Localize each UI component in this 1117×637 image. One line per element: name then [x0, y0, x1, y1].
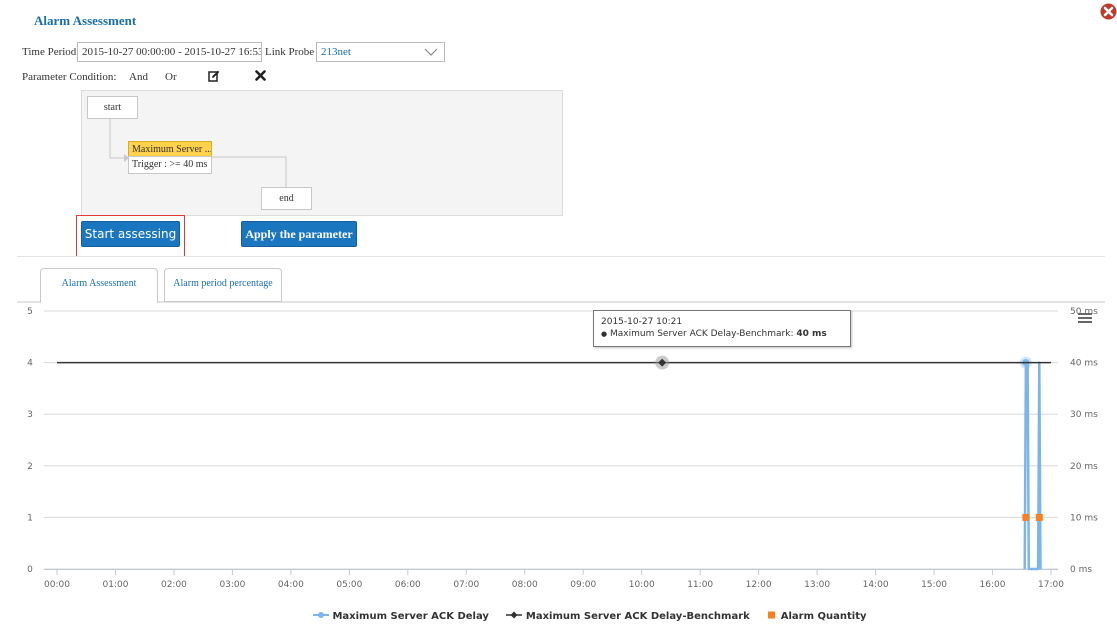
x-tick-label: 00:00: [44, 580, 70, 590]
y-left-tick-label: 2: [27, 462, 33, 472]
y-left-tick-label: 5: [27, 307, 33, 317]
x-tick-label: 13:00: [804, 580, 830, 590]
legend-line-marker-blue: [313, 612, 329, 618]
x-tick-label: 10:00: [629, 580, 655, 590]
x-tick-label: 06:00: [395, 580, 421, 590]
legend-item-benchmark[interactable]: Maximum Server ACK Delay-Benchmark: [506, 611, 753, 622]
y-right-tick-label: 40 ms: [1070, 359, 1098, 369]
chart-tooltip: 2015-10-27 10:21 ● Maximum Server ACK De…: [593, 310, 851, 347]
y-right-tick-label: 10 ms: [1070, 513, 1098, 523]
y-left-tick-label: 4: [27, 359, 33, 369]
tooltip-date: 2015-10-27 10:21: [601, 317, 683, 327]
x-tick-label: 16:00: [980, 580, 1006, 590]
legend-square-marker-orange: [768, 611, 776, 619]
y-right-tick-label: 50 ms: [1070, 307, 1098, 317]
legend-label: Alarm Quantity: [780, 611, 867, 622]
alarm-quantity-point: [1022, 513, 1030, 521]
alarm-quantity-point: [1035, 513, 1043, 521]
legend-line-marker-dark: [506, 611, 523, 619]
x-tick-label: 14:00: [863, 580, 889, 590]
x-tick-label: 02:00: [161, 580, 187, 590]
y-left-tick-label: 0: [27, 565, 33, 575]
x-tick-label: 09:00: [570, 580, 596, 590]
y-left-tick-label: 3: [27, 410, 33, 420]
legend-label: Maximum Server ACK Delay: [332, 611, 489, 622]
legend-label: Maximum Server ACK Delay-Benchmark: [525, 611, 750, 622]
tooltip-value: 40 ms: [796, 329, 827, 339]
x-tick-label: 05:00: [336, 580, 362, 590]
legend-item-alarm-quantity[interactable]: Alarm Quantity: [767, 611, 867, 622]
x-tick-label: 12:00: [746, 580, 772, 590]
y-left-tick-label: 1: [27, 513, 33, 523]
x-tick-label: 17:00: [1038, 580, 1064, 590]
menu-icon[interactable]: [1078, 313, 1092, 323]
x-tick-label: 07:00: [453, 580, 479, 590]
tooltip-series: Maximum Server ACK Delay-Benchmark:: [609, 329, 794, 339]
legend-item-ack-delay[interactable]: Maximum Server ACK Delay: [313, 611, 492, 622]
y-right-tick-label: 30 ms: [1070, 410, 1098, 420]
x-tick-label: 01:00: [103, 580, 129, 590]
alarm-chart: 0 1 2 3 4 5 0 ms 10 ms 20 ms 30 ms 40 ms 50 ms 00:…: [17, 301, 1105, 590]
y-right-tick-label: 20 ms: [1070, 462, 1098, 472]
tooltip-bullet: ●: [601, 330, 608, 338]
chart-legend: Maximum Server ACK Delay Maximum Server …: [313, 611, 867, 622]
y-right-tick-label: 0 ms: [1070, 565, 1092, 575]
x-tick-label: 04:00: [278, 580, 304, 590]
x-tick-label: 08:00: [512, 580, 538, 590]
x-tick-label: 03:00: [219, 580, 245, 590]
x-tick-label: 11:00: [687, 580, 713, 590]
x-tick-label: 15:00: [921, 580, 947, 590]
